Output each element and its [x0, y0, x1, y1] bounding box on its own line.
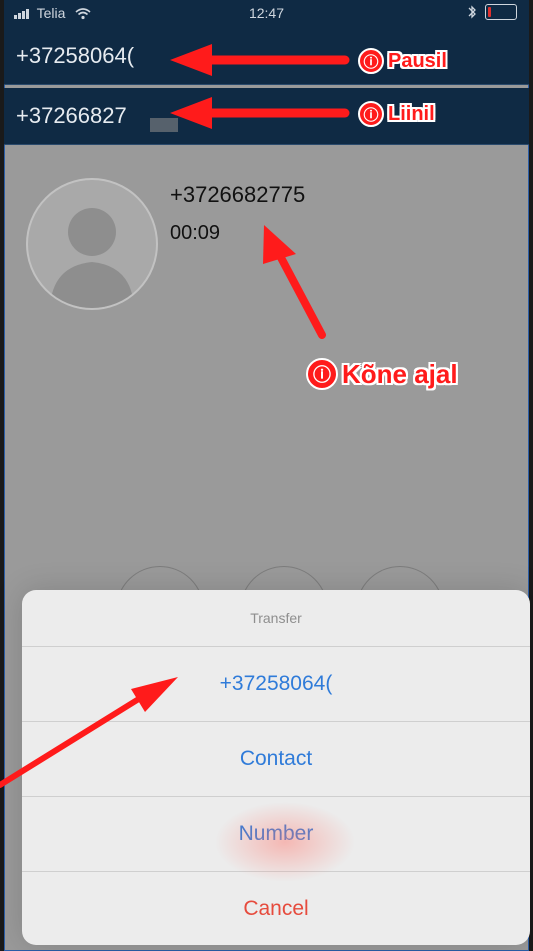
cancel-button[interactable]: Cancel — [22, 872, 530, 945]
battery-icon — [485, 4, 517, 20]
avatar — [26, 178, 158, 310]
active-call-timer: 00:09 — [170, 222, 221, 244]
transfer-number-button[interactable]: Number — [22, 797, 530, 872]
transfer-sheet-title: Transfer — [22, 590, 530, 647]
transfer-to-paused-number-button[interactable]: +37258064( — [22, 647, 530, 722]
status-right — [467, 4, 517, 20]
status-bar: Telia 12:47 — [4, 0, 529, 28]
redaction-mask — [150, 118, 178, 132]
status-time: 12:47 — [248, 5, 285, 21]
note-during-call-label: Kõne ajal — [342, 358, 458, 389]
transfer-contact-button[interactable]: Contact — [22, 722, 530, 797]
note-line-label: Liinil — [388, 102, 435, 125]
info-icon: ⓘ — [358, 101, 384, 127]
active-call-number: +3726682775 — [170, 182, 306, 207]
note-paused: ⓘ Pausil — [358, 48, 447, 74]
note-during-call: ⓘ Kõne ajal — [306, 358, 458, 390]
line-call-row[interactable]: +37266827 — [4, 88, 529, 145]
transfer-action-sheet: Transfer +37258064( Contact Number Cance… — [22, 590, 530, 945]
info-icon: ⓘ — [358, 48, 384, 74]
info-icon: ⓘ — [306, 358, 338, 390]
paused-call-row[interactable]: +37258064( — [4, 28, 529, 85]
avatar-placeholder-icon — [50, 208, 134, 308]
line-call-number: +37266827 — [16, 103, 127, 128]
note-line: ⓘ Liinil — [358, 101, 435, 127]
paused-call-number: +37258064( — [16, 43, 135, 68]
bluetooth-icon — [468, 5, 476, 19]
note-paused-label: Pausil — [388, 49, 447, 72]
